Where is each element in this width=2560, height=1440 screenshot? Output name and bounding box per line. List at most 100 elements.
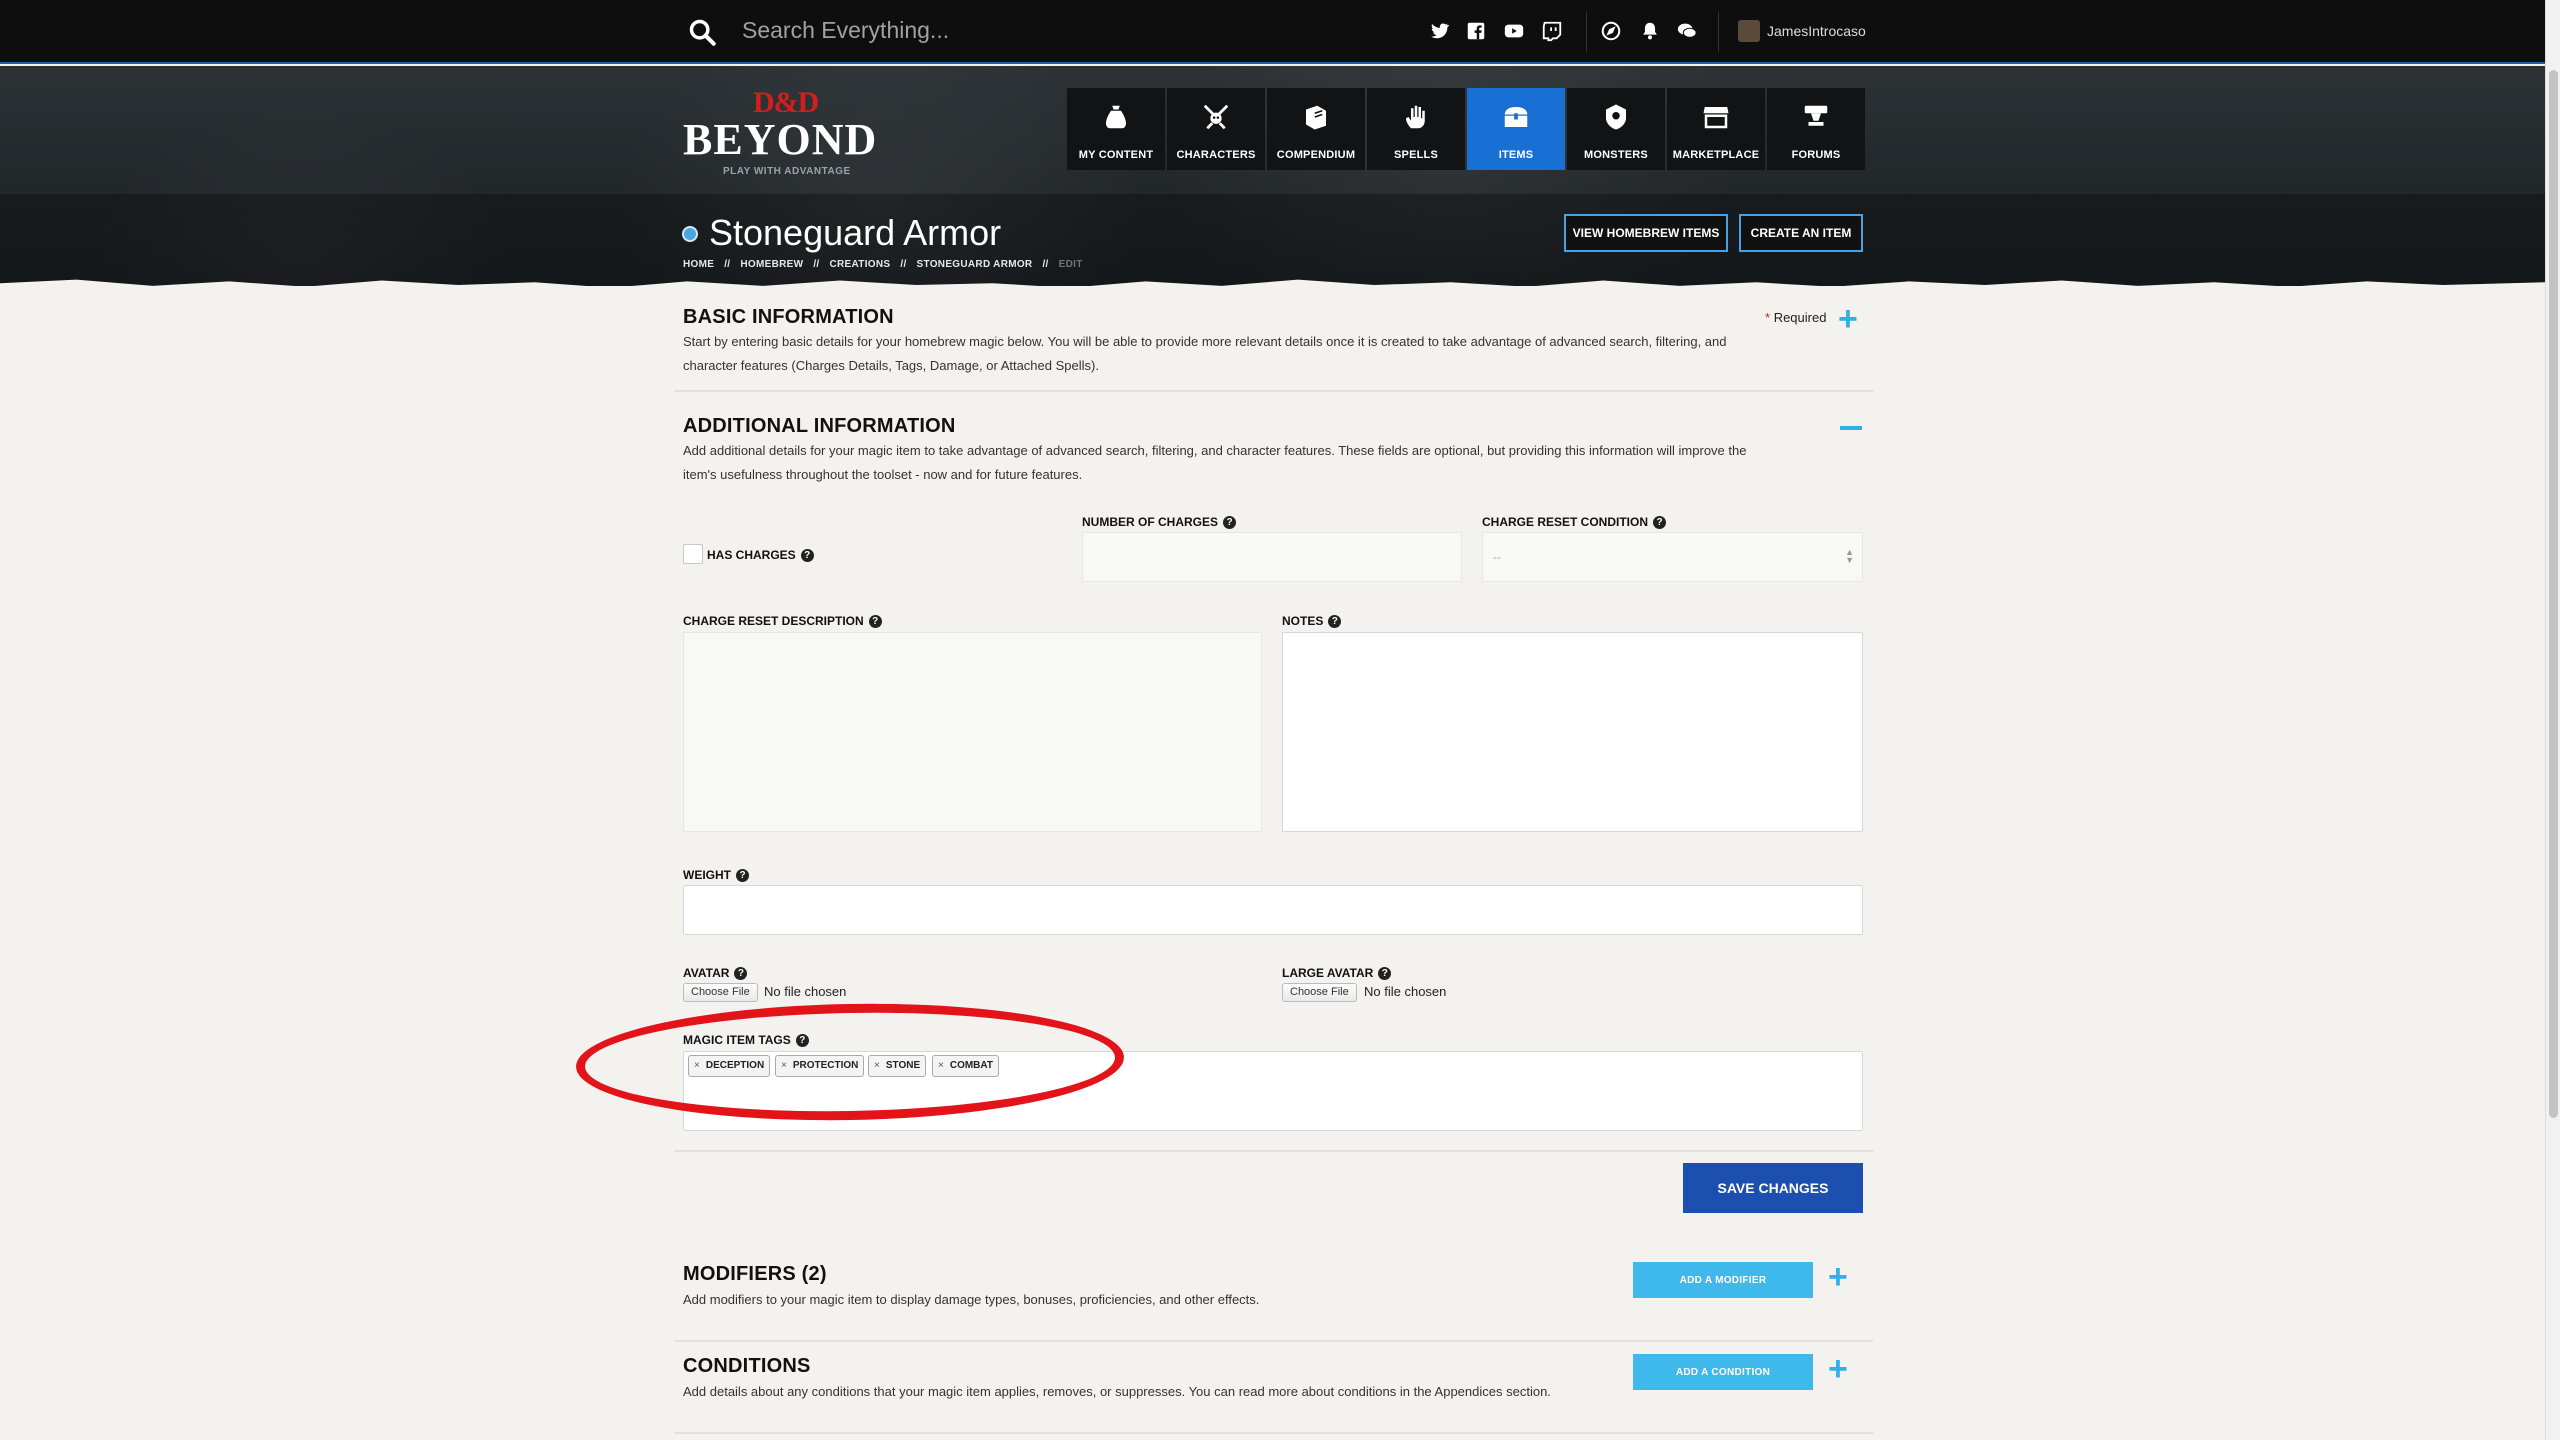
divider — [1586, 12, 1587, 52]
breadcrumb-home[interactable]: HOME — [683, 259, 714, 270]
help-icon[interactable]: ? — [1653, 516, 1667, 529]
desc-line: Start by entering basic details for your… — [683, 334, 1727, 349]
breadcrumb-homebrew[interactable]: HOMEBREW — [740, 259, 803, 270]
youtube-icon[interactable] — [1503, 20, 1525, 42]
has-charges-checkbox[interactable] — [683, 544, 703, 564]
nav-label: MARKETPLACE — [1672, 149, 1760, 161]
facebook-icon[interactable] — [1465, 20, 1487, 42]
charge-reset-condition-label: CHARGE RESET CONDITION? — [1482, 515, 1667, 529]
required-note: * Required — [1765, 310, 1826, 325]
logo[interactable]: D&D BEYOND PLAY WITH ADVANTAGE — [683, 86, 903, 186]
title-band — [0, 194, 2545, 286]
help-icon[interactable]: ? — [800, 549, 814, 562]
charge-reset-description-textarea[interactable] — [683, 632, 1262, 832]
desc-line: item's usefulness throughout the toolset… — [683, 467, 1083, 482]
collapse-additional-icon[interactable] — [1840, 426, 1862, 430]
crossed-swords-skull-icon — [1203, 104, 1229, 130]
expand-modifiers-icon[interactable]: + — [1828, 1260, 1848, 1294]
bell-icon[interactable] — [1639, 20, 1661, 42]
nav-characters[interactable]: CHARACTERS — [1167, 88, 1265, 170]
save-changes-button[interactable]: SAVE CHANGES — [1683, 1163, 1863, 1213]
basic-information-title: BASIC INFORMATION — [683, 306, 894, 328]
conditions-title: CONDITIONS — [683, 1355, 811, 1377]
edit-form: BASIC INFORMATION * Required + Start by … — [0, 290, 2545, 1440]
nav-items[interactable]: ITEMS — [1467, 88, 1565, 170]
compass-icon[interactable] — [1600, 20, 1622, 42]
create-item-button[interactable]: CREATE AN ITEM — [1739, 214, 1863, 252]
store-icon — [1703, 107, 1729, 129]
avatar-choose-file-button[interactable]: Choose File — [683, 983, 758, 1002]
nav-my-content[interactable]: MY CONTENT — [1067, 88, 1165, 170]
charge-reset-condition-select[interactable]: -- ▲ ▼ — [1482, 532, 1863, 582]
number-of-charges-label: NUMBER OF CHARGES? — [1082, 515, 1237, 529]
nav-spells[interactable]: SPELLS — [1367, 88, 1465, 170]
nav-label: MY CONTENT — [1078, 149, 1154, 161]
large-avatar-label: LARGE AVATAR? — [1282, 966, 1392, 980]
chat-icon[interactable] — [1676, 20, 1698, 42]
search-input[interactable]: Search Everything... — [742, 17, 949, 44]
monster-icon — [1606, 104, 1626, 130]
nav-label: CHARACTERS — [1176, 149, 1256, 161]
breadcrumb-creations[interactable]: CREATIONS — [830, 259, 891, 270]
help-icon[interactable]: ? — [868, 615, 882, 628]
has-charges-label: HAS CHARGES? — [707, 548, 814, 562]
number-of-charges-input[interactable] — [1082, 532, 1462, 582]
large-avatar-choose-file-button[interactable]: Choose File — [1282, 983, 1357, 1002]
nav-label: COMPENDIUM — [1276, 149, 1356, 161]
page-scrollbar[interactable] — [2545, 0, 2560, 1440]
required-star: * — [1765, 310, 1771, 325]
avatar[interactable] — [1738, 20, 1760, 42]
additional-information-title: ADDITIONAL INFORMATION — [683, 415, 956, 437]
desc-line: character features (Charges Details, Tag… — [683, 358, 1099, 373]
logo-tagline: PLAY WITH ADVANTAGE — [723, 166, 851, 177]
weight-input[interactable] — [683, 885, 1863, 935]
nav-compendium[interactable]: COMPENDIUM — [1267, 88, 1365, 170]
bag-icon — [1106, 105, 1126, 129]
forum-icon — [1804, 105, 1828, 126]
select-arrows-icon: ▲ ▼ — [1845, 547, 1854, 565]
nav-label: FORUMS — [1791, 149, 1841, 161]
help-icon[interactable]: ? — [1378, 967, 1392, 980]
twitter-icon[interactable] — [1428, 20, 1450, 42]
twitch-icon[interactable] — [1541, 20, 1563, 42]
view-homebrew-items-button[interactable]: VIEW HOMEBREW ITEMS — [1564, 214, 1728, 252]
search-icon[interactable] — [688, 18, 716, 46]
book-icon — [1306, 105, 1326, 130]
expand-conditions-icon[interactable]: + — [1828, 1352, 1848, 1386]
header-banner: D&D BEYOND PLAY WITH ADVANTAGE MY CONTEN… — [0, 66, 2545, 286]
breadcrumb-item[interactable]: STONEGUARD ARMOR — [917, 259, 1033, 270]
nav-forums[interactable]: FORUMS — [1767, 88, 1865, 170]
modifiers-desc: Add modifiers to your magic item to disp… — [683, 1292, 1260, 1307]
help-icon[interactable]: ? — [736, 869, 749, 882]
page-title: Stoneguard Armor — [709, 212, 1002, 253]
add-condition-button[interactable]: ADD A CONDITION — [1633, 1354, 1813, 1390]
avatar-file-status: No file chosen — [764, 984, 847, 999]
help-icon[interactable]: ? — [1328, 615, 1342, 628]
charge-reset-description-label: CHARGE RESET DESCRIPTION? — [683, 614, 882, 628]
breadcrumb-edit: EDIT — [1058, 259, 1083, 270]
notes-textarea[interactable] — [1282, 632, 1863, 832]
scrollbar-thumb[interactable] — [2549, 70, 2558, 1118]
section-divider — [675, 1150, 1873, 1152]
nav-label: ITEMS — [1498, 149, 1534, 161]
add-modifier-button[interactable]: ADD A MODIFIER — [1633, 1262, 1813, 1298]
username[interactable]: JamesIntrocaso — [1767, 23, 1866, 39]
breadcrumb: HOME//HOMEBREW//CREATIONS//STONEGUARD AR… — [683, 259, 1083, 270]
select-value: -- — [1493, 550, 1501, 564]
help-icon[interactable]: ? — [1223, 516, 1237, 529]
modifiers-title: MODIFIERS (2) — [683, 1263, 827, 1285]
weight-label: WEIGHT? — [683, 868, 749, 882]
nav-marketplace[interactable]: MARKETPLACE — [1667, 88, 1765, 170]
chest-icon — [1504, 107, 1528, 127]
logo-beyond: BEYOND — [683, 115, 878, 164]
help-icon[interactable]: ? — [734, 967, 748, 980]
homebrew-icon — [682, 226, 698, 242]
divider — [1718, 12, 1719, 52]
notes-label: NOTES? — [1282, 614, 1342, 628]
top-bar: Search Everything... JamesIntrocaso — [0, 0, 2545, 64]
large-avatar-file-status: No file chosen — [1364, 984, 1447, 999]
section-divider — [675, 1432, 1873, 1434]
nav-monsters[interactable]: MONSTERS — [1567, 88, 1665, 170]
desc-line: Add additional details for your magic it… — [683, 443, 1747, 458]
additional-information-desc: Add additional details for your magic it… — [683, 439, 1863, 487]
